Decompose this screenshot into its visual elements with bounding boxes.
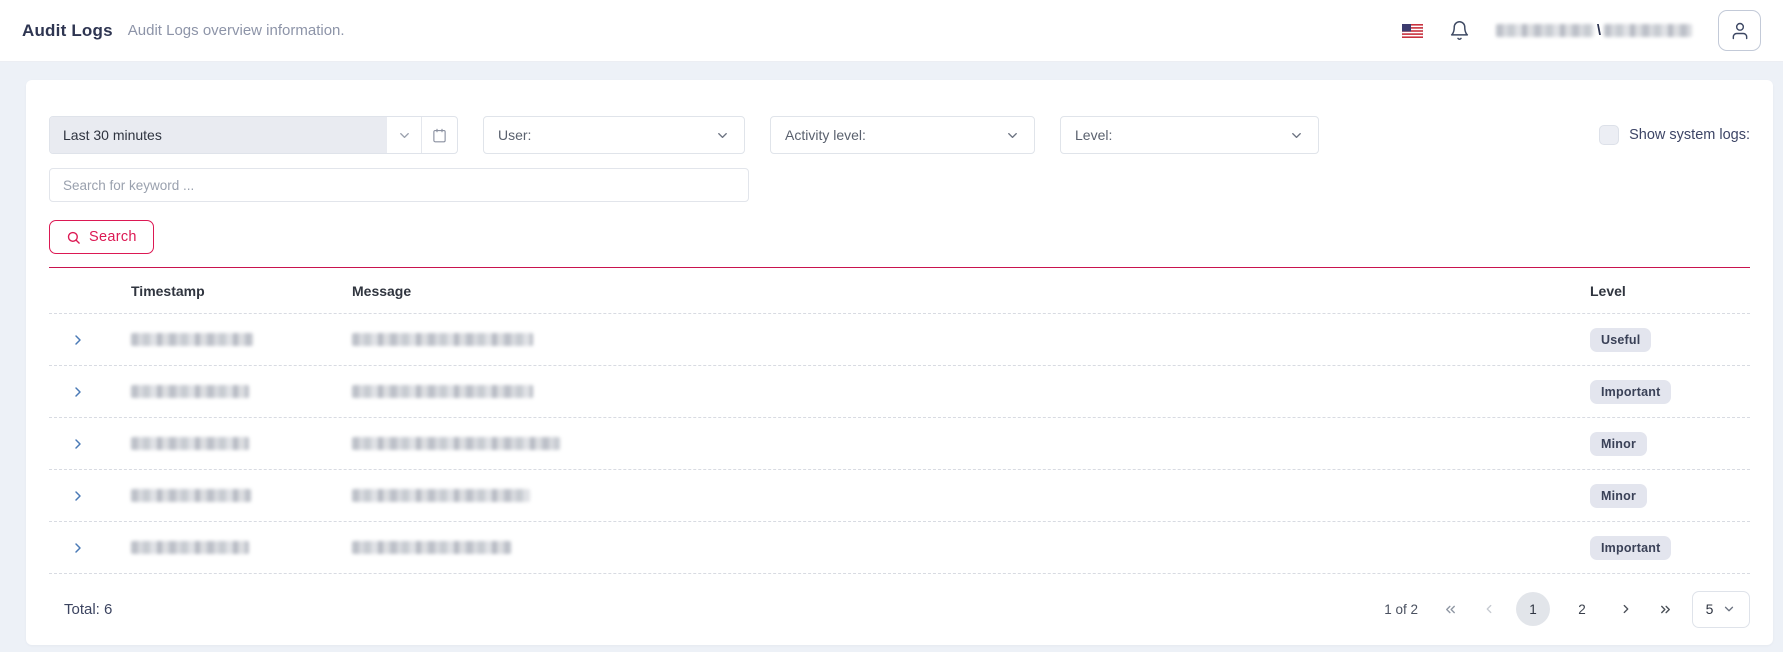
user-icon	[1730, 21, 1750, 41]
page-2-button[interactable]: 2	[1565, 592, 1599, 626]
chevron-right-icon	[1619, 602, 1633, 616]
chevron-right-icon	[70, 488, 86, 504]
level-badge: Minor	[1590, 432, 1647, 456]
expand-row-button[interactable]	[63, 377, 93, 407]
table-row: Minor	[49, 470, 1750, 522]
chevron-right-icon	[70, 540, 86, 556]
redacted-message-cell	[352, 437, 560, 450]
redacted-message-cell	[352, 489, 530, 502]
table-top-divider	[49, 267, 1750, 268]
topbar-right-group: \	[1402, 10, 1761, 51]
page-1-button[interactable]: 1	[1516, 592, 1550, 626]
table-row: Useful	[49, 314, 1750, 366]
table-row: Important	[49, 522, 1750, 574]
filter-bar: Last 30 minutes User: Activity level: Le…	[49, 116, 1750, 154]
user-filter-select[interactable]: User:	[483, 116, 745, 154]
chevron-right-icon	[70, 384, 86, 400]
page-size-select[interactable]: 5	[1692, 591, 1750, 628]
show-system-logs-checkbox[interactable]	[1599, 125, 1619, 145]
search-button[interactable]: Search	[49, 220, 154, 254]
next-page-button[interactable]	[1614, 597, 1638, 621]
audit-logs-card: Last 30 minutes User: Activity level: Le…	[26, 80, 1773, 645]
table-header-row: Timestamp Message Level	[49, 269, 1750, 314]
chevron-down-icon	[1005, 128, 1020, 143]
redacted-timestamp-cell	[131, 541, 249, 554]
redacted-username	[1604, 24, 1692, 37]
level-filter-select[interactable]: Level:	[1060, 116, 1319, 154]
notifications-bell-icon[interactable]	[1449, 20, 1470, 41]
chevron-down-icon	[1722, 602, 1736, 616]
user-filter-label: User:	[498, 127, 531, 143]
username-separator: \	[1597, 22, 1601, 39]
expand-row-button[interactable]	[63, 325, 93, 355]
table-footer: Total: 6 1 of 2 1 2 5	[49, 573, 1750, 645]
page-size-value: 5	[1706, 601, 1714, 617]
level-filter-label: Level:	[1075, 127, 1112, 143]
chevron-left-icon	[1482, 602, 1496, 616]
chevron-down-icon	[397, 128, 412, 143]
page-title: Audit Logs	[22, 21, 113, 41]
previous-page-button[interactable]	[1477, 597, 1501, 621]
activity-level-filter-label: Activity level:	[785, 127, 866, 143]
calendar-picker-button[interactable]	[421, 117, 457, 153]
calendar-icon	[432, 128, 447, 143]
page-info: 1 of 2	[1384, 602, 1418, 617]
pagination: 1 of 2 1 2 5	[1384, 591, 1750, 628]
double-chevron-right-icon	[1658, 602, 1673, 617]
time-range-picker: Last 30 minutes	[49, 116, 458, 154]
us-flag-icon[interactable]	[1402, 24, 1423, 38]
top-header-bar: Audit Logs Audit Logs overview informati…	[0, 0, 1783, 62]
chevron-down-icon	[1289, 128, 1304, 143]
search-icon	[66, 230, 81, 245]
redacted-timestamp-cell	[131, 489, 251, 502]
expand-row-button[interactable]	[63, 429, 93, 459]
timestamp-column-header: Timestamp	[131, 283, 352, 299]
chevron-down-icon	[715, 128, 730, 143]
page-subtitle: Audit Logs overview information.	[128, 22, 345, 39]
message-column-header: Message	[352, 283, 1590, 299]
expand-row-button[interactable]	[63, 533, 93, 563]
chevron-right-icon	[70, 436, 86, 452]
redacted-message-cell	[352, 541, 511, 554]
redacted-message-cell	[352, 333, 533, 346]
expand-row-button[interactable]	[63, 481, 93, 511]
chevron-right-icon	[70, 332, 86, 348]
last-page-button[interactable]	[1653, 597, 1677, 621]
table-body: Useful Important Minor Minor	[49, 314, 1750, 574]
redacted-timestamp-cell	[131, 385, 249, 398]
redacted-domain	[1496, 24, 1594, 37]
time-range-select[interactable]: Last 30 minutes	[50, 117, 387, 153]
activity-level-filter-select[interactable]: Activity level:	[770, 116, 1035, 154]
double-chevron-left-icon	[1443, 602, 1458, 617]
time-range-dropdown-toggle[interactable]	[387, 117, 421, 153]
level-badge: Useful	[1590, 328, 1651, 352]
logged-in-username-redacted: \	[1496, 22, 1692, 39]
redacted-timestamp-cell	[131, 437, 249, 450]
account-menu-button[interactable]	[1718, 10, 1761, 51]
first-page-button[interactable]	[1438, 597, 1462, 621]
level-badge: Important	[1590, 536, 1671, 560]
redacted-message-cell	[352, 385, 533, 398]
table-row: Important	[49, 366, 1750, 418]
level-badge: Minor	[1590, 484, 1647, 508]
redacted-timestamp-cell	[131, 333, 253, 346]
table-row: Minor	[49, 418, 1750, 470]
search-button-label: Search	[89, 229, 137, 245]
show-system-logs-label: Show system logs:	[1629, 127, 1750, 143]
show-system-logs-group: Show system logs:	[1599, 125, 1750, 145]
level-column-header: Level	[1590, 283, 1750, 299]
level-badge: Important	[1590, 380, 1671, 404]
time-range-value: Last 30 minutes	[63, 127, 162, 143]
total-count: Total: 6	[49, 601, 112, 618]
keyword-search-input[interactable]	[49, 168, 749, 202]
